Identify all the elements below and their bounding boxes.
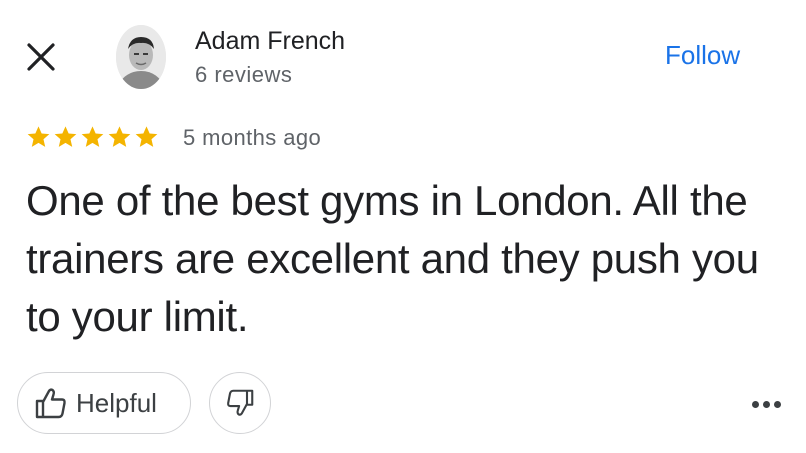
helpful-label: Helpful (76, 387, 157, 418)
reviewer-review-count: 6 reviews (195, 62, 293, 87)
more-horizontal-icon (751, 400, 759, 408)
thumb-up-icon (35, 388, 66, 419)
star-icon (135, 126, 158, 147)
close-button[interactable] (24, 40, 58, 74)
more-options-button[interactable] (746, 392, 786, 416)
follow-button[interactable]: Follow (651, 36, 754, 75)
star-icon (27, 126, 50, 147)
helpful-button[interactable]: Helpful (17, 372, 191, 434)
star-icon (108, 126, 131, 147)
review-time: 5 months ago (183, 125, 322, 150)
review-text: One of the best gyms in London. All the … (26, 177, 759, 340)
reviewer-name[interactable]: Adam French (195, 27, 345, 56)
thumb-down-icon (227, 389, 254, 416)
star-icon (81, 126, 104, 147)
avatar[interactable] (116, 25, 166, 89)
star-icon (54, 126, 77, 147)
close-icon (27, 43, 55, 71)
star-rating (25, 124, 160, 150)
not-helpful-button[interactable] (209, 372, 271, 434)
